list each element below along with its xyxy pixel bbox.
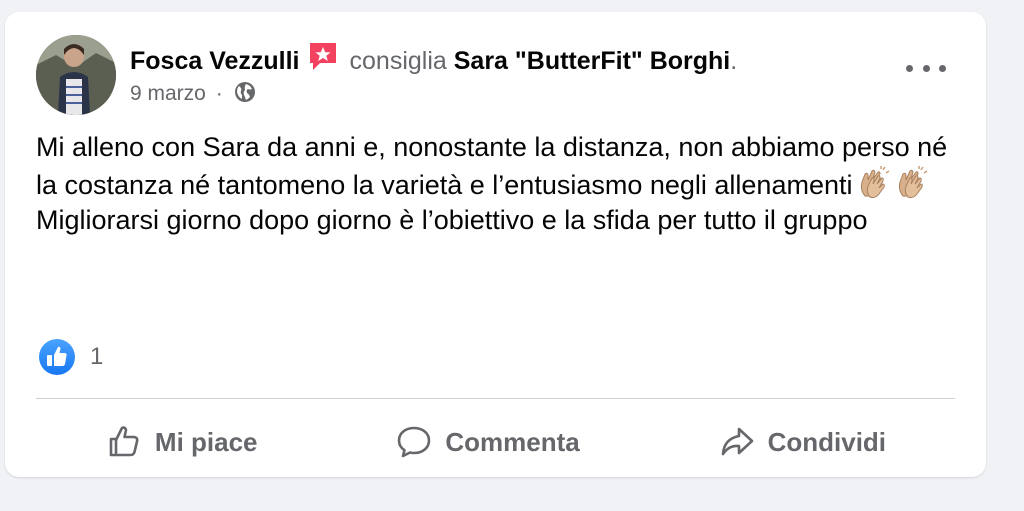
comment-label: Commenta bbox=[445, 426, 580, 457]
post-paragraph: Migliorarsi giorno dopo giorno è l’obiet… bbox=[36, 203, 966, 239]
post-paragraph: Mi alleno con Sara da anni e, nonostante… bbox=[36, 130, 966, 203]
more-dot-icon bbox=[922, 64, 930, 72]
recommend-icon bbox=[309, 43, 336, 70]
share-label: Condividi bbox=[767, 426, 887, 457]
reaction-count: 1 bbox=[90, 343, 104, 370]
header-period: . bbox=[730, 47, 738, 75]
post-card: Fosca Vezzulli consiglia Sara "ButterFit… bbox=[5, 12, 986, 477]
like-label: Mi piace bbox=[154, 426, 258, 457]
share-icon bbox=[721, 427, 753, 456]
post-meta: 9 marzo · bbox=[130, 80, 257, 108]
clapping-hands-emoji bbox=[898, 165, 927, 198]
like-icon bbox=[109, 426, 139, 457]
clapping-hands-emoji bbox=[860, 165, 889, 198]
more-dot-icon bbox=[906, 64, 913, 72]
more-options-button[interactable] bbox=[906, 56, 946, 80]
recommended-page-name[interactable]: Sara "ButterFit" Borghi bbox=[454, 47, 731, 75]
post-text-line: Mi alleno con Sara da anni e, nonostante… bbox=[36, 132, 948, 200]
like-thumb-icon bbox=[39, 339, 75, 375]
actions-divider bbox=[36, 398, 955, 399]
post-date[interactable]: 9 marzo bbox=[130, 82, 206, 105]
post-body: Mi alleno con Sara da anni e, nonostante… bbox=[36, 130, 966, 239]
avatar-image bbox=[36, 35, 116, 115]
like-button[interactable]: Mi piace bbox=[105, 423, 258, 461]
meta-separator: · bbox=[215, 82, 223, 105]
post-actions-bar: Mi piace Commenta Condividi bbox=[36, 412, 955, 472]
comment-icon bbox=[398, 426, 431, 458]
author-avatar[interactable] bbox=[36, 35, 116, 115]
post-text-line: Migliorarsi giorno dopo giorno è l’obiet… bbox=[36, 205, 868, 235]
more-dot-icon bbox=[939, 64, 946, 72]
author-name[interactable]: Fosca Vezzulli bbox=[130, 47, 300, 75]
comment-button[interactable]: Commenta bbox=[395, 423, 580, 461]
recommend-text: consiglia bbox=[349, 47, 447, 75]
share-button[interactable]: Condividi bbox=[718, 423, 886, 461]
globe-icon[interactable] bbox=[233, 80, 257, 104]
reactions-summary[interactable]: 1 bbox=[38, 338, 103, 376]
post-header: Fosca Vezzulli consiglia Sara "ButterFit… bbox=[130, 39, 737, 78]
